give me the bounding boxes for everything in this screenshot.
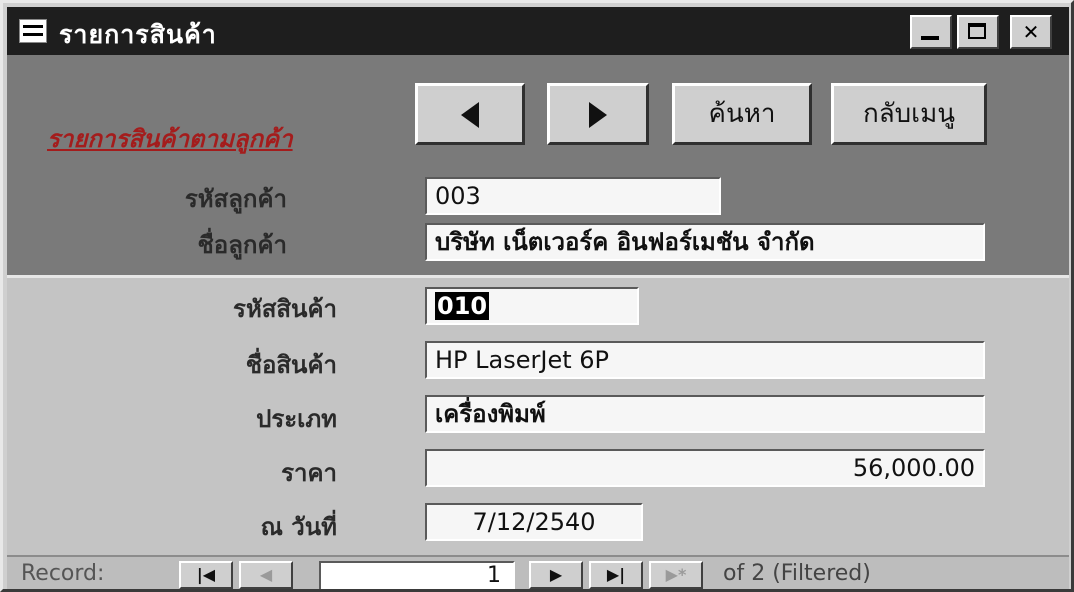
new-record-button[interactable]: ▶* [649,561,703,589]
prev-record-icon: ◀ [259,565,273,584]
close-button[interactable]: ✕ [1010,15,1052,49]
date-label: ณ วันที่ [260,513,337,541]
arrow-left-icon [461,101,479,128]
form-window: รายการสินค้า ✕ รายการสินค้าตามลูกค้า ค้น… [0,0,1074,592]
maximize-button[interactable] [957,15,999,49]
arrow-right-icon [589,101,607,128]
last-record-button[interactable]: ▶| [589,561,643,589]
title-bar[interactable]: รายการสินค้า ✕ [7,7,1069,55]
last-record-icon: ▶| [606,565,626,584]
customer-code-label: รหัสลูกค้า [184,185,287,213]
minimize-button[interactable] [910,15,952,49]
customer-name-field[interactable]: บริษัท เน็ตเวอร์ค อินฟอร์เมชัน จำกัด [425,223,985,261]
next-record-button[interactable] [547,83,649,145]
form-header: รายการสินค้าตามลูกค้า ค้นหา กลับเมนู รหั… [7,55,1069,275]
new-record-icon: ▶* [665,565,687,584]
product-code-label: รหัสสินค้า [233,295,337,323]
record-count: of 2 (Filtered) [723,561,871,586]
maximize-icon [968,23,986,39]
product-type-field[interactable]: เครื่องพิมพ์ [425,395,985,433]
form-icon [19,19,47,43]
price-field[interactable]: 56,000.00 [425,449,985,487]
window-title: รายการสินค้า [59,20,217,49]
product-name-field[interactable]: HP LaserJet 6P [425,341,985,379]
next-record-nav-button[interactable]: ▶ [529,561,583,589]
form-detail: รหัสสินค้า 010 ชื่อสินค้า HP LaserJet 6P… [7,275,1069,555]
product-code-field[interactable]: 010 [425,287,639,325]
date-field[interactable]: 7/12/2540 [425,503,643,541]
record-number-input[interactable]: 1 [319,561,515,589]
first-record-button[interactable]: |◀ [179,561,233,589]
close-icon: ✕ [1022,20,1040,44]
back-to-menu-button[interactable]: กลับเมนู [831,83,987,145]
next-record-icon: ▶ [549,565,563,584]
first-record-icon: |◀ [196,565,216,584]
product-name-label: ชื่อสินค้า [245,351,337,379]
minimize-icon [921,36,939,40]
product-type-label: ประเภท [256,405,337,433]
prev-record-nav-button[interactable]: ◀ [239,561,293,589]
price-label: ราคา [281,459,337,487]
previous-record-button[interactable] [415,83,525,145]
product-code-value: 010 [435,292,490,320]
record-navigation-bar: Record: |◀ ◀ 1 ▶ ▶| ▶* of 2 (Filtered) [7,555,1069,589]
customer-code-field[interactable]: 003 [425,177,721,215]
customer-name-label: ชื่อลูกค้า [197,231,287,259]
form-heading: รายการสินค้าตามลูกค้า [47,124,293,153]
search-button[interactable]: ค้นหา [672,83,812,145]
record-label: Record: [21,561,105,586]
